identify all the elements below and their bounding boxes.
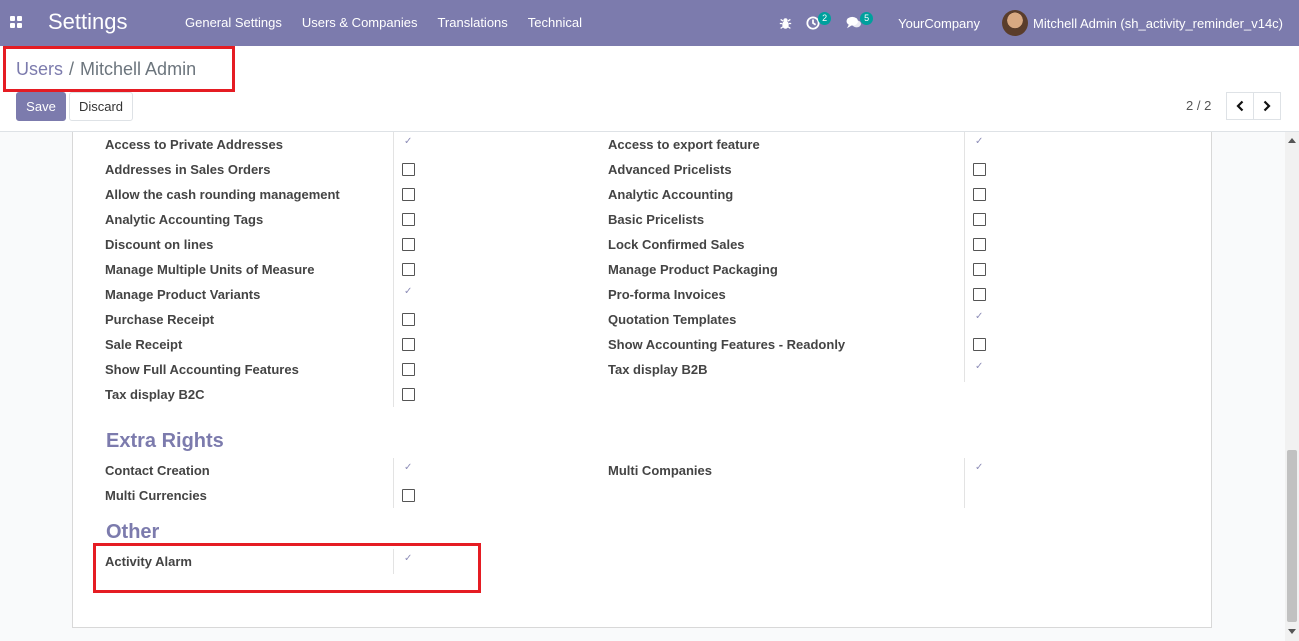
field-cell [964, 307, 1044, 332]
form-row: Activity Alarm [73, 549, 1213, 574]
menu-translations[interactable]: Translations [427, 0, 517, 46]
field-cell [393, 549, 633, 574]
checkbox-unchecked[interactable] [973, 163, 986, 176]
scroll-down-arrow-icon[interactable] [1288, 629, 1296, 634]
menu-general-settings[interactable]: General Settings [175, 0, 292, 46]
systray: 2 5 YourCompany Mitchell Admin (sh_activ… [766, 0, 1299, 46]
main-menu: General Settings Users & Companies Trans… [175, 0, 592, 46]
field-label: Activity Alarm [105, 554, 192, 569]
form-sheet: Extra Rights Other A warning can be set … [72, 132, 1212, 628]
form-content: Extra Rights Other A warning can be set … [0, 132, 1285, 641]
messages-chat-icon[interactable]: 5 [844, 0, 888, 46]
debug-icon[interactable] [766, 0, 804, 46]
field-cell [964, 282, 1044, 307]
form-row: Basic Pricelists [73, 207, 1213, 232]
field-cell [964, 232, 1044, 257]
field-label: Tax display B2C [105, 387, 205, 402]
field-label: Quotation Templates [608, 312, 737, 327]
checkbox-checked[interactable] [973, 462, 986, 477]
checkbox-checked[interactable] [402, 553, 415, 568]
menu-users-companies[interactable]: Users & Companies [292, 0, 428, 46]
form-row: Tax display B2B [73, 357, 1213, 382]
checkbox-checked[interactable] [973, 136, 986, 151]
save-button[interactable]: Save [16, 92, 66, 121]
section-title-other: Other [106, 521, 160, 543]
field-cell [393, 382, 633, 407]
form-row: Pro-forma Invoices [73, 282, 1213, 307]
app-title: Settings [48, 9, 128, 34]
checkbox-unchecked[interactable] [973, 238, 986, 251]
apps-menu-icon[interactable] [10, 16, 22, 28]
chevron-left-icon [1236, 100, 1244, 112]
field-cell [964, 207, 1044, 232]
field-label: Lock Confirmed Sales [608, 237, 745, 252]
checkbox-unchecked[interactable] [402, 388, 415, 401]
field-label: Advanced Pricelists [608, 162, 732, 177]
checkbox-unchecked[interactable] [402, 489, 415, 502]
pager-previous-button[interactable] [1226, 92, 1254, 120]
form-row: Quotation Templates [73, 307, 1213, 332]
field-cell [964, 257, 1044, 282]
checkbox-unchecked[interactable] [973, 213, 986, 226]
field-label: Multi Companies [608, 463, 713, 478]
checkbox-checked[interactable] [973, 361, 986, 376]
form-row: Show Accounting Features - Readonly [73, 332, 1213, 357]
message-count-badge: 5 [860, 12, 874, 25]
pager-next-button[interactable] [1253, 92, 1281, 120]
form-row: Access to export feature [73, 132, 1213, 157]
form-row: Tax display B2C [73, 382, 1213, 407]
user-name: Mitchell Admin (sh_activity_reminder_v14… [1033, 15, 1283, 31]
control-panel: Users / Mitchell Admin Save Discard 2 / … [0, 46, 1299, 132]
field-label: Manage Product Packaging [608, 262, 778, 277]
scroll-up-arrow-icon[interactable] [1288, 138, 1296, 143]
checkbox-unchecked[interactable] [973, 288, 986, 301]
checkbox-checked[interactable] [973, 311, 986, 326]
field-label: Multi Currencies [105, 488, 207, 503]
field-label: Access to export feature [608, 137, 760, 152]
vertical-scrollbar[interactable] [1285, 132, 1299, 641]
chevron-right-icon [1263, 100, 1271, 112]
field-label: Analytic Accounting [608, 187, 734, 202]
activity-clock-icon[interactable]: 2 [804, 0, 844, 46]
field-label: Tax display B2B [608, 362, 708, 377]
form-row: Multi Companies [73, 458, 1213, 483]
field-cell [964, 157, 1044, 182]
field-cell-empty [964, 483, 1044, 508]
form-row: Analytic Accounting [73, 182, 1213, 207]
pager-value: 2 / 2 [1186, 98, 1212, 113]
checkbox-unchecked[interactable] [973, 338, 986, 351]
scrollbar-thumb[interactable] [1287, 450, 1297, 622]
form-row: Manage Product Packaging [73, 257, 1213, 282]
field-cell [964, 132, 1044, 157]
activity-count-badge: 2 [818, 12, 832, 25]
section-title-extra-rights: Extra Rights [106, 430, 224, 452]
field-cell [964, 458, 1044, 483]
top-navbar: Settings General Settings Users & Compan… [0, 0, 1299, 46]
avatar [1002, 10, 1029, 36]
checkbox-unchecked[interactable] [973, 263, 986, 276]
field-cell [964, 332, 1044, 357]
field-cell [964, 357, 1044, 382]
field-label: Pro-forma Invoices [608, 287, 726, 302]
form-row: Advanced Pricelists [73, 157, 1213, 182]
discard-button[interactable]: Discard [69, 92, 133, 121]
field-label: Basic Pricelists [608, 212, 705, 227]
user-menu[interactable]: Mitchell Admin (sh_activity_reminder_v14… [1002, 0, 1299, 46]
field-cell [964, 182, 1044, 207]
field-label: Show Accounting Features - Readonly [608, 337, 846, 352]
field-cell [393, 483, 633, 508]
menu-technical[interactable]: Technical [518, 0, 592, 46]
checkbox-unchecked[interactable] [973, 188, 986, 201]
highlight-box-breadcrumb [3, 46, 235, 92]
form-row: Lock Confirmed Sales [73, 232, 1213, 257]
company-switcher[interactable]: YourCompany [888, 0, 1002, 46]
